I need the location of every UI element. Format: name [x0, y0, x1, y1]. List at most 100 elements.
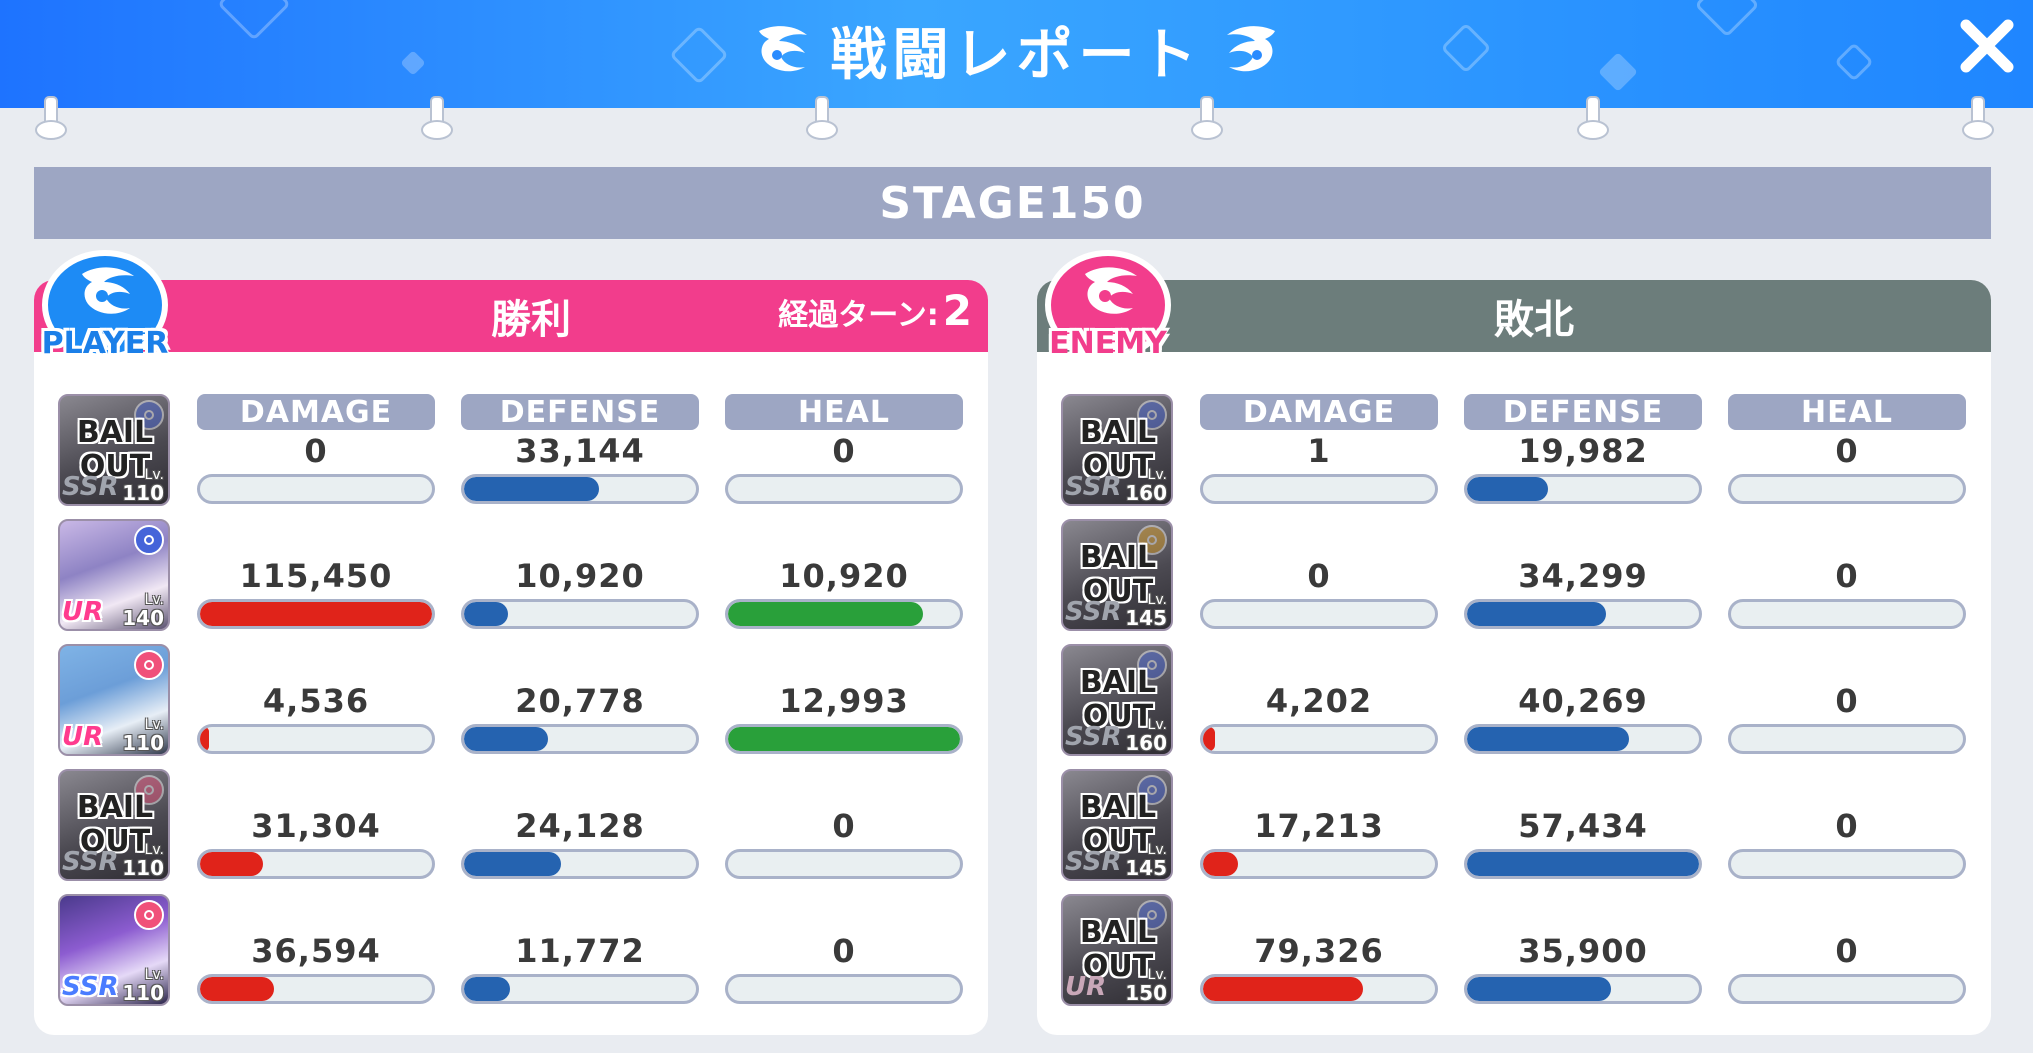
defense-stat: 20,778: [461, 644, 699, 756]
defense-stat: 35,900: [1464, 894, 1702, 1006]
damage-bar-fill: [1203, 727, 1215, 751]
enemy-unit-row: BAIL OUT UR Lv. 150 79,326 35,900 0: [1037, 894, 1991, 1012]
defense-bar-fill: [464, 602, 509, 626]
defense-bar: [461, 724, 699, 754]
unit-portrait[interactable]: BAIL OUT SSR Lv. 110: [58, 769, 170, 881]
rarity-badge: SSR: [62, 472, 119, 502]
player-unit-row: BAIL OUT SSR Lv. 110 DAMAGE 0 DEFENSE 33,144 HEAL…: [34, 394, 988, 512]
unit-level: Lv. 110: [122, 967, 164, 1005]
unit-portrait[interactable]: UR Lv. 110: [58, 644, 170, 756]
damage-value: 4,202: [1265, 682, 1373, 720]
unit-level: Lv. 160: [1125, 467, 1167, 505]
defense-value: 57,434: [1518, 807, 1648, 845]
defense-value: 35,900: [1518, 932, 1648, 970]
player-unit-row: SSR Lv. 110 36,594 11,772 0: [34, 894, 988, 1012]
unit-portrait[interactable]: BAIL OUT SSR Lv. 145: [1061, 769, 1173, 881]
heal-value: 0: [832, 932, 856, 970]
defense-column-header: DEFENSE: [461, 394, 699, 430]
elapsed-turns: 経過ターン: 2: [778, 286, 972, 346]
defense-bar-fill: [464, 977, 511, 1001]
heal-value: 0: [1835, 932, 1859, 970]
element-icon: [134, 525, 164, 555]
defense-bar-fill: [1467, 602, 1607, 626]
heal-stat: HEAL 0: [725, 394, 963, 506]
damage-bar: [1200, 724, 1438, 754]
defense-bar: [461, 849, 699, 879]
damage-bar-fill: [200, 727, 210, 751]
pin: [1191, 96, 1223, 142]
heal-stat: 0: [725, 894, 963, 1006]
close-button[interactable]: [1955, 14, 2019, 78]
heal-value: 0: [1835, 557, 1859, 595]
unit-portrait[interactable]: BAIL OUT SSR Lv. 160: [1061, 394, 1173, 506]
close-icon[interactable]: [1958, 17, 2016, 75]
player-unit-row: BAIL OUT SSR Lv. 110 31,304 24,128 0: [34, 769, 988, 887]
defense-bar-fill: [464, 727, 548, 751]
player-panel: 勝利 経過ターン: 2 PLAYER BAIL OUT SSR Lv. 110 DAMAG…: [34, 250, 988, 1035]
heal-stat: 0: [1728, 894, 1966, 1006]
unit-portrait[interactable]: BAIL OUT SSR Lv. 145: [1061, 519, 1173, 631]
player-result: 勝利: [491, 297, 571, 343]
damage-column-header: DAMAGE: [197, 394, 435, 430]
damage-value: 17,213: [1254, 807, 1384, 845]
defense-stat: 57,434: [1464, 769, 1702, 881]
damage-bar: [1200, 474, 1438, 504]
defense-bar-fill: [1467, 977, 1611, 1001]
damage-stat: DAMAGE 0: [197, 394, 435, 506]
player-badge-label: PLAYER: [41, 326, 169, 361]
defense-value: 33,144: [515, 432, 645, 470]
unit-portrait[interactable]: BAIL OUT UR Lv. 150: [1061, 894, 1173, 1006]
damage-stat: 4,536: [197, 644, 435, 756]
unit-level: Lv. 110: [122, 717, 164, 755]
defense-bar: [1464, 724, 1702, 754]
pin: [35, 96, 67, 142]
element-icon: [134, 900, 164, 930]
heal-stat: 0: [1728, 769, 1966, 881]
enemy-result: 敗北: [1494, 297, 1574, 343]
defense-column-header: DEFENSE: [1464, 394, 1702, 430]
heal-stat: 10,920: [725, 519, 963, 631]
heal-bar: [725, 724, 963, 754]
defense-bar-fill: [464, 852, 562, 876]
damage-value: 1: [1307, 432, 1331, 470]
enemy-unit-row: BAIL OUT SSR Lv. 145 17,213 57,434 0: [1037, 769, 1991, 887]
damage-stat: 4,202: [1200, 644, 1438, 756]
rarity-badge: SSR: [1065, 722, 1122, 752]
heal-bar: [1728, 849, 1966, 879]
wing-logo-icon: [1085, 267, 1137, 314]
enemy-unit-row: BAIL OUT SSR Lv. 160 DAMAGE 1 DEFENSE 19,982 HEAL…: [1037, 394, 1991, 512]
damage-bar-fill: [200, 602, 432, 626]
unit-level: Lv. 110: [122, 842, 164, 880]
defense-bar-fill: [1467, 727, 1630, 751]
player-unit-row: UR Lv. 140 115,450 10,920 10,920: [34, 519, 988, 637]
element-icon: [134, 650, 164, 680]
wing-right-icon: [1221, 21, 1279, 79]
damage-bar-fill: [1203, 852, 1238, 876]
defense-value: 34,299: [1518, 557, 1648, 595]
damage-value: 79,326: [1254, 932, 1384, 970]
wing-left-icon: [755, 21, 813, 79]
rarity-badge: UR: [62, 722, 104, 752]
heal-value: 0: [832, 432, 856, 470]
unit-level: Lv. 140: [122, 592, 164, 630]
damage-bar: [197, 474, 435, 504]
defense-stat: 10,920: [461, 519, 699, 631]
enemy-unit-row: BAIL OUT SSR Lv. 160 4,202 40,269 0: [1037, 644, 1991, 762]
defense-value: 11,772: [515, 932, 645, 970]
unit-portrait[interactable]: SSR Lv. 110: [58, 894, 170, 1006]
unit-portrait[interactable]: UR Lv. 140: [58, 519, 170, 631]
heal-value: 0: [1835, 807, 1859, 845]
defense-value: 19,982: [1518, 432, 1648, 470]
damage-value: 0: [304, 432, 328, 470]
defense-stat: DEFENSE 19,982: [1464, 394, 1702, 506]
unit-portrait[interactable]: BAIL OUT SSR Lv. 160: [1061, 644, 1173, 756]
stage-label: STAGE150: [34, 167, 1991, 239]
heal-stat: 0: [725, 769, 963, 881]
rarity-badge: SSR: [62, 972, 119, 1002]
unit-portrait[interactable]: BAIL OUT SSR Lv. 110: [58, 394, 170, 506]
heal-bar: [725, 974, 963, 1004]
heal-bar-fill: [728, 602, 923, 626]
elapsed-turns-label: 経過ターン:: [778, 298, 939, 333]
defense-stat: 24,128: [461, 769, 699, 881]
title-bar: 戦闘レポート: [0, 0, 2033, 108]
